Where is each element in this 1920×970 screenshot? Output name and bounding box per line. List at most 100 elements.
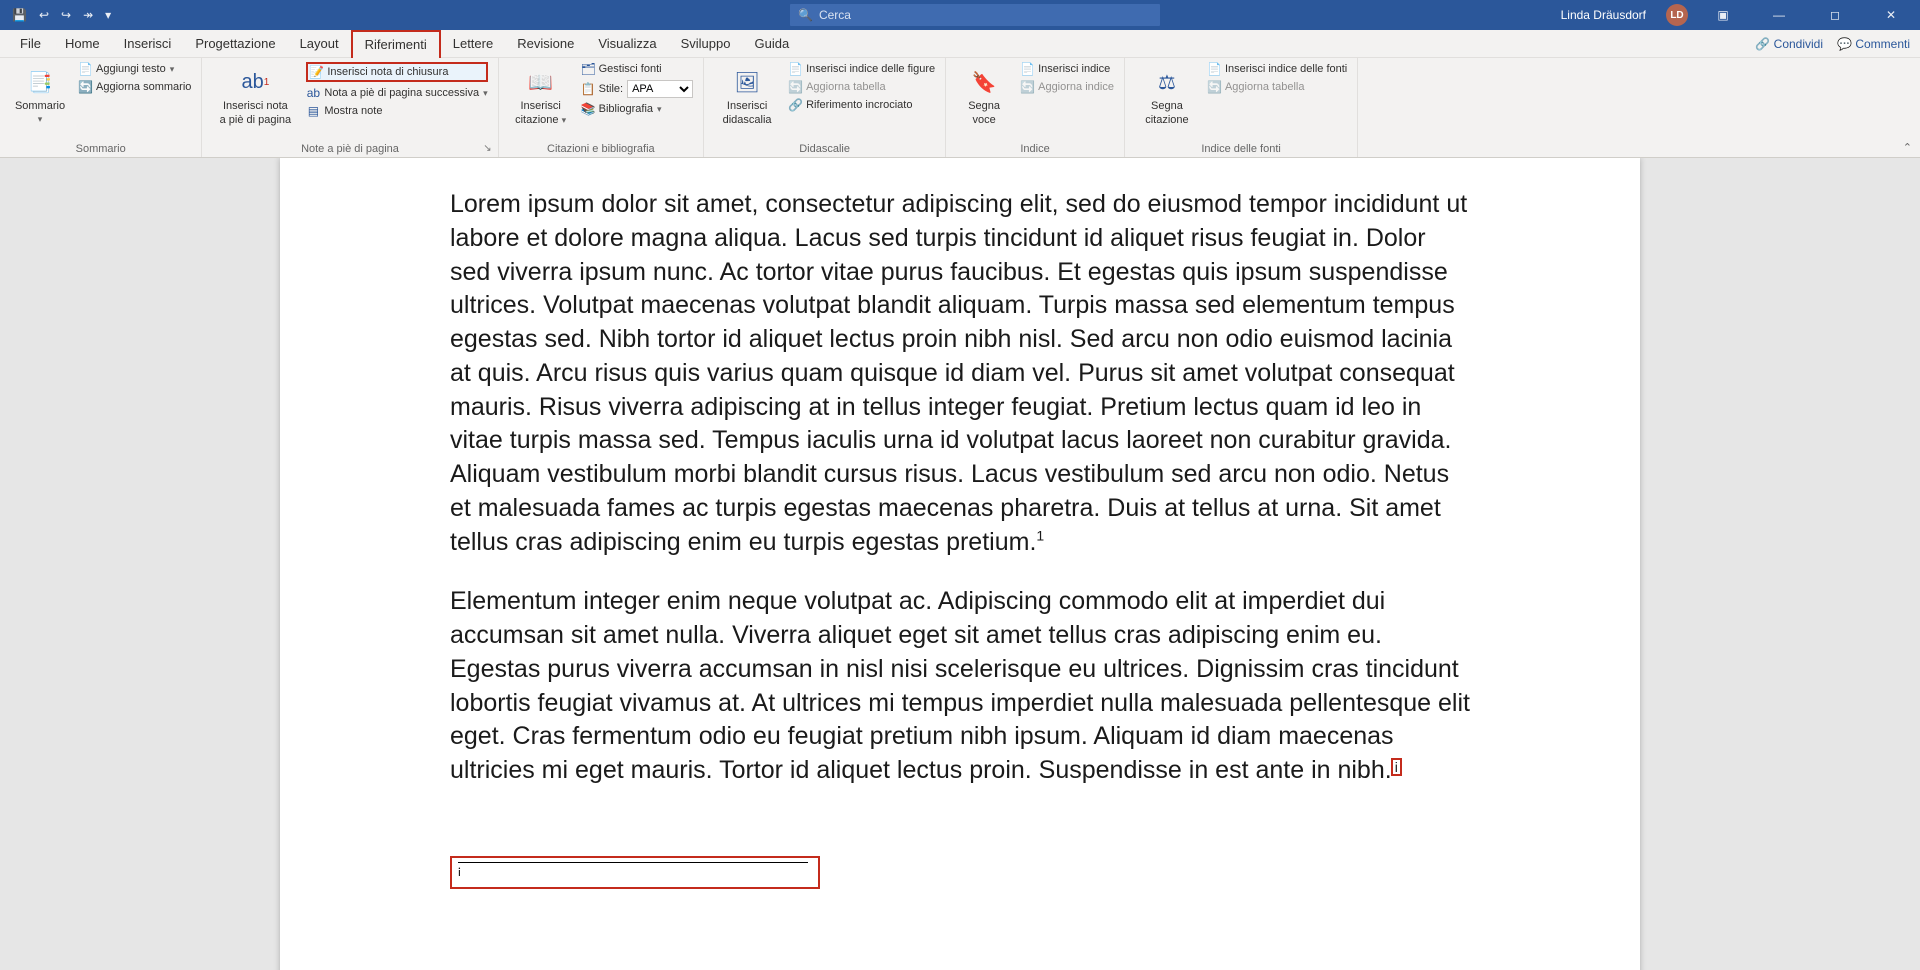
document-workspace[interactable]: Lorem ipsum dolor sit amet, consectetur … <box>0 158 1920 970</box>
update-icon: 🔄 <box>78 80 92 94</box>
endnotes-area[interactable]: i <box>450 856 1470 889</box>
maximize-icon[interactable]: ◻ <box>1814 0 1856 30</box>
tab-layout[interactable]: Layout <box>288 30 351 58</box>
style-icon: 📋 <box>581 82 595 96</box>
sources-icon: 🗂 <box>581 62 595 76</box>
share-button[interactable]: 🔗 Condividi <box>1755 37 1823 51</box>
dialog-launcher-icon[interactable]: ↘ <box>483 143 491 154</box>
group-toc: 📑 Sommario ▾ 📄Aggiungi testo ▾ 🔄Aggiorna… <box>0 58 202 157</box>
insert-tof-button[interactable]: 📄Inserisci indice delle figure <box>788 62 935 76</box>
search-box[interactable]: 🔍 <box>790 4 1160 26</box>
endnote-separator <box>458 862 808 863</box>
avatar[interactable]: LD <box>1666 4 1688 26</box>
endnote-reference[interactable]: i <box>1391 758 1402 776</box>
endnote-icon: 📝 <box>309 65 323 79</box>
bibliography-button[interactable]: 📚Bibliografia ▾ <box>581 102 693 116</box>
mark-entry-icon: 🔖 <box>968 66 1000 98</box>
tab-references[interactable]: Riferimenti <box>351 30 441 58</box>
update-index-button[interactable]: 🔄Aggiorna indice <box>1020 80 1114 94</box>
chevron-down-icon: ▾ <box>562 115 567 125</box>
touch-mode-icon[interactable]: ↠ <box>83 8 93 22</box>
insert-footnote-button[interactable]: ab1 Inserisci nota a piè di pagina <box>212 62 298 126</box>
collapse-ribbon-icon[interactable]: ⌃ <box>1903 141 1912 154</box>
tof-icon: 📄 <box>788 62 802 76</box>
add-text-icon: 📄 <box>78 62 92 76</box>
cross-reference-button[interactable]: 🔗Riferimento incrociato <box>788 98 935 112</box>
document-body[interactable]: Lorem ipsum dolor sit amet, consectetur … <box>450 188 1470 788</box>
group-citations: 📖 Inserisci citazione ▾ 🗂Gestisci fonti … <box>499 58 704 157</box>
toc-icon: 📑 <box>24 66 56 98</box>
endnote-mark[interactable]: i <box>458 866 461 880</box>
share-icon: 🔗 <box>1755 37 1770 51</box>
index-icon: 📄 <box>1020 62 1034 76</box>
group-label: Note a piè di pagina↘ <box>212 141 487 155</box>
ribbon-display-icon[interactable]: ▣ <box>1702 0 1744 30</box>
add-text-button[interactable]: 📄Aggiungi testo ▾ <box>78 62 191 76</box>
insert-index-button[interactable]: 📄Inserisci indice <box>1020 62 1114 76</box>
crossref-icon: 🔗 <box>788 98 802 112</box>
tab-mailings[interactable]: Lettere <box>441 30 505 58</box>
redo-icon[interactable]: ↪ <box>61 8 71 22</box>
search-icon: 🔍 <box>798 8 813 22</box>
comments-button[interactable]: 💬 Commenti <box>1837 37 1910 51</box>
chevron-down-icon: ▾ <box>657 104 662 115</box>
update-icon: 🔄 <box>1020 80 1034 94</box>
citation-icon: 📖 <box>525 66 557 98</box>
paragraph-text[interactable]: Elementum integer enim neque volutpat ac… <box>450 587 1470 784</box>
chevron-down-icon: ▾ <box>38 114 43 125</box>
next-footnote-icon: ab <box>306 86 320 100</box>
toc-button[interactable]: 📑 Sommario ▾ <box>10 62 70 125</box>
bibliography-icon: 📚 <box>581 102 595 116</box>
paragraph-text[interactable]: Lorem ipsum dolor sit amet, consectetur … <box>450 190 1467 556</box>
style-dropdown[interactable]: APA <box>627 80 693 98</box>
toa-icon: 📄 <box>1207 62 1221 76</box>
ribbon-tabs: File Home Inserisci Progettazione Layout… <box>0 30 1920 58</box>
update-table-button[interactable]: 🔄Aggiorna tabella <box>788 80 935 94</box>
tab-insert[interactable]: Inserisci <box>112 30 184 58</box>
group-footnotes: ab1 Inserisci nota a piè di pagina 📝Inse… <box>202 58 498 157</box>
save-icon[interactable]: 💾 <box>12 8 27 22</box>
group-label: Didascalie <box>714 141 935 155</box>
update-toa-button[interactable]: 🔄Aggiorna tabella <box>1207 80 1347 94</box>
insert-citation-button[interactable]: 📖 Inserisci citazione ▾ <box>509 62 573 126</box>
user-name[interactable]: Linda Dräusdorf <box>1561 8 1646 22</box>
mark-entry-button[interactable]: 🔖 Segna voce <box>956 62 1012 126</box>
caption-icon: 🖼 <box>731 66 763 98</box>
insert-toa-button[interactable]: 📄Inserisci indice delle fonti <box>1207 62 1347 76</box>
search-input[interactable] <box>819 8 1152 22</box>
group-label: Sommario <box>10 141 191 155</box>
mark-citation-icon: ⚖ <box>1151 66 1183 98</box>
chevron-down-icon: ▾ <box>483 88 488 99</box>
page[interactable]: Lorem ipsum dolor sit amet, consectetur … <box>280 158 1640 970</box>
group-label: Citazioni e bibliografia <box>509 141 693 155</box>
group-captions: 🖼 Inserisci didascalia 📄Inserisci indice… <box>704 58 946 157</box>
close-icon[interactable]: ✕ <box>1870 0 1912 30</box>
quick-access-toolbar: 💾 ↩ ↪ ↠ ▾ <box>0 8 111 22</box>
footnote-reference[interactable]: 1 <box>1036 527 1044 543</box>
tab-design[interactable]: Progettazione <box>183 30 287 58</box>
insert-endnote-button[interactable]: 📝Inserisci nota di chiusura <box>306 62 487 82</box>
tab-developer[interactable]: Sviluppo <box>669 30 743 58</box>
next-footnote-button[interactable]: abNota a piè di pagina successiva ▾ <box>306 86 487 100</box>
titlebar-right: Linda Dräusdorf LD ▣ — ◻ ✕ <box>1561 0 1920 30</box>
footnote-icon: ab1 <box>239 66 271 98</box>
manage-sources-button[interactable]: 🗂Gestisci fonti <box>581 62 693 76</box>
tab-view[interactable]: Visualizza <box>586 30 668 58</box>
tab-help[interactable]: Guida <box>742 30 801 58</box>
tab-review[interactable]: Revisione <box>505 30 586 58</box>
update-toc-button[interactable]: 🔄Aggiorna sommario <box>78 80 191 94</box>
group-authorities: ⚖ Segna citazione 📄Inserisci indice dell… <box>1125 58 1358 157</box>
mark-citation-button[interactable]: ⚖ Segna citazione <box>1135 62 1199 126</box>
tab-file[interactable]: File <box>8 30 53 58</box>
qat-customize-icon[interactable]: ▾ <box>105 8 111 22</box>
tab-home[interactable]: Home <box>53 30 112 58</box>
minimize-icon[interactable]: — <box>1758 0 1800 30</box>
ribbon: 📑 Sommario ▾ 📄Aggiungi testo ▾ 🔄Aggiorna… <box>0 58 1920 158</box>
citation-style-select[interactable]: 📋Stile: APA <box>581 80 693 98</box>
insert-caption-button[interactable]: 🖼 Inserisci didascalia <box>714 62 780 126</box>
undo-icon[interactable]: ↩ <box>39 8 49 22</box>
show-notes-button[interactable]: ▤Mostra note <box>306 104 487 118</box>
comment-icon: 💬 <box>1837 37 1852 51</box>
update-icon: 🔄 <box>788 80 802 94</box>
chevron-down-icon: ▾ <box>170 64 175 75</box>
